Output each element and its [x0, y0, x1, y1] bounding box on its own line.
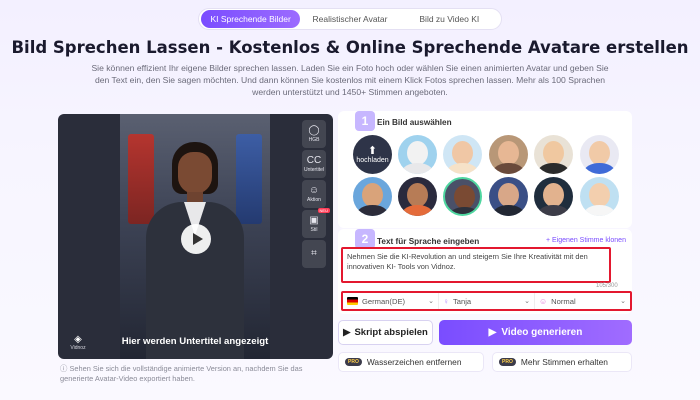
subtitle-tool-button[interactable]: CC Untertitel — [302, 150, 326, 178]
style-icon: ▣ — [309, 215, 319, 226]
emotion-icon: ☺ — [539, 296, 548, 306]
chevron-down-icon: ⌄ — [428, 298, 434, 305]
voice-settings-row: German(DE) ⌄ ♀ Tanja ⌄ ☺ Normal ⌄ — [341, 291, 632, 311]
vidnoz-logo-icon: ◈ — [74, 334, 82, 345]
avatar-option[interactable] — [534, 177, 573, 216]
avatar-option[interactable] — [534, 135, 573, 174]
cc-icon: CC — [306, 155, 322, 166]
avatar-option[interactable] — [443, 135, 482, 174]
chevron-down-icon: ⌄ — [524, 298, 530, 305]
background-icon: ◯ — [308, 125, 320, 136]
char-counter: 105/300 — [596, 283, 618, 289]
step2-label: Text für Sprache eingeben — [377, 237, 480, 246]
upload-icon: ⬆ — [367, 144, 378, 157]
remove-watermark-button[interactable]: PRO Wasserzeichen entfernen — [338, 352, 484, 372]
more-voices-button[interactable]: PRO Mehr Stimmen erhalten — [492, 352, 632, 372]
page-title: Bild Sprechen Lassen - Kostenlos & Onlin… — [11, 38, 689, 57]
language-select[interactable]: German(DE) ⌄ — [343, 293, 439, 309]
action-tool-button[interactable]: ☺ Aktion — [302, 180, 326, 208]
subtitle-text: Hier werden Untertitel angezeigt — [121, 336, 269, 347]
tab-bar: KI Sprechende Bilder Realistischer Avata… — [198, 8, 502, 30]
intro-text: Sie können effizient Ihr eigene Bilder s… — [91, 63, 609, 97]
avatar-option[interactable] — [580, 135, 619, 174]
step1-number: 1 — [355, 111, 375, 131]
upload-button[interactable]: ⬆ hochladen — [353, 135, 392, 174]
clone-voice-link[interactable]: + Eigenen Stimme klonen — [546, 237, 626, 244]
avatar-option[interactable] — [398, 135, 437, 174]
tab-ki-sprechende-bilder[interactable]: KI Sprechende Bilder — [201, 10, 301, 28]
speed-select[interactable]: ☺ Normal ⌄ — [535, 293, 630, 309]
avatar-option[interactable] — [353, 177, 392, 216]
play-icon[interactable] — [181, 224, 211, 254]
style-tool-button[interactable]: NEU ▣ Stil — [302, 208, 330, 238]
hgb-tool-button[interactable]: ◯ HGB — [302, 120, 326, 148]
chevron-down-icon: ⌄ — [620, 298, 626, 305]
avatar-option[interactable] — [489, 177, 528, 216]
german-flag-icon — [347, 297, 358, 305]
step2-number: 2 — [355, 229, 375, 249]
preview-note: ⓘ Sehen Sie sich die vollständige animie… — [60, 364, 303, 383]
play-script-button[interactable]: ▶ Skript abspielen — [338, 320, 433, 345]
voice-select[interactable]: ♀ Tanja ⌄ — [439, 293, 535, 309]
crop-tool-button[interactable]: ⌗ — [302, 240, 326, 268]
crop-icon: ⌗ — [311, 248, 317, 259]
pro-badge: PRO — [345, 358, 362, 366]
step1-label: Ein Bild auswählen — [377, 118, 452, 127]
tab-bild-zu-video[interactable]: Bild zu Video KI — [400, 10, 499, 28]
play-icon: ▶ — [343, 327, 351, 338]
person-icon: ☺ — [308, 185, 320, 196]
generate-video-button[interactable]: ▶ Video generieren — [439, 320, 632, 345]
video-preview: Hier werden Untertitel angezeigt ◈ Vidno… — [58, 114, 333, 359]
vidnoz-logo: ◈ Vidnoz — [64, 334, 92, 351]
video-icon: ▶ — [488, 327, 497, 338]
avatar-option-selected[interactable] — [443, 177, 482, 216]
voice-person-icon: ♀ — [443, 296, 449, 306]
avatar-option[interactable] — [398, 177, 437, 216]
speech-text-input[interactable]: Nehmen Sie die KI-Revolution an und stei… — [341, 247, 611, 283]
tab-realistischer-avatar[interactable]: Realistischer Avatar — [300, 10, 399, 28]
new-badge: NEU — [317, 208, 330, 213]
avatar-option[interactable] — [580, 177, 619, 216]
pro-badge: PRO — [499, 358, 516, 366]
avatar-option[interactable] — [489, 135, 528, 174]
